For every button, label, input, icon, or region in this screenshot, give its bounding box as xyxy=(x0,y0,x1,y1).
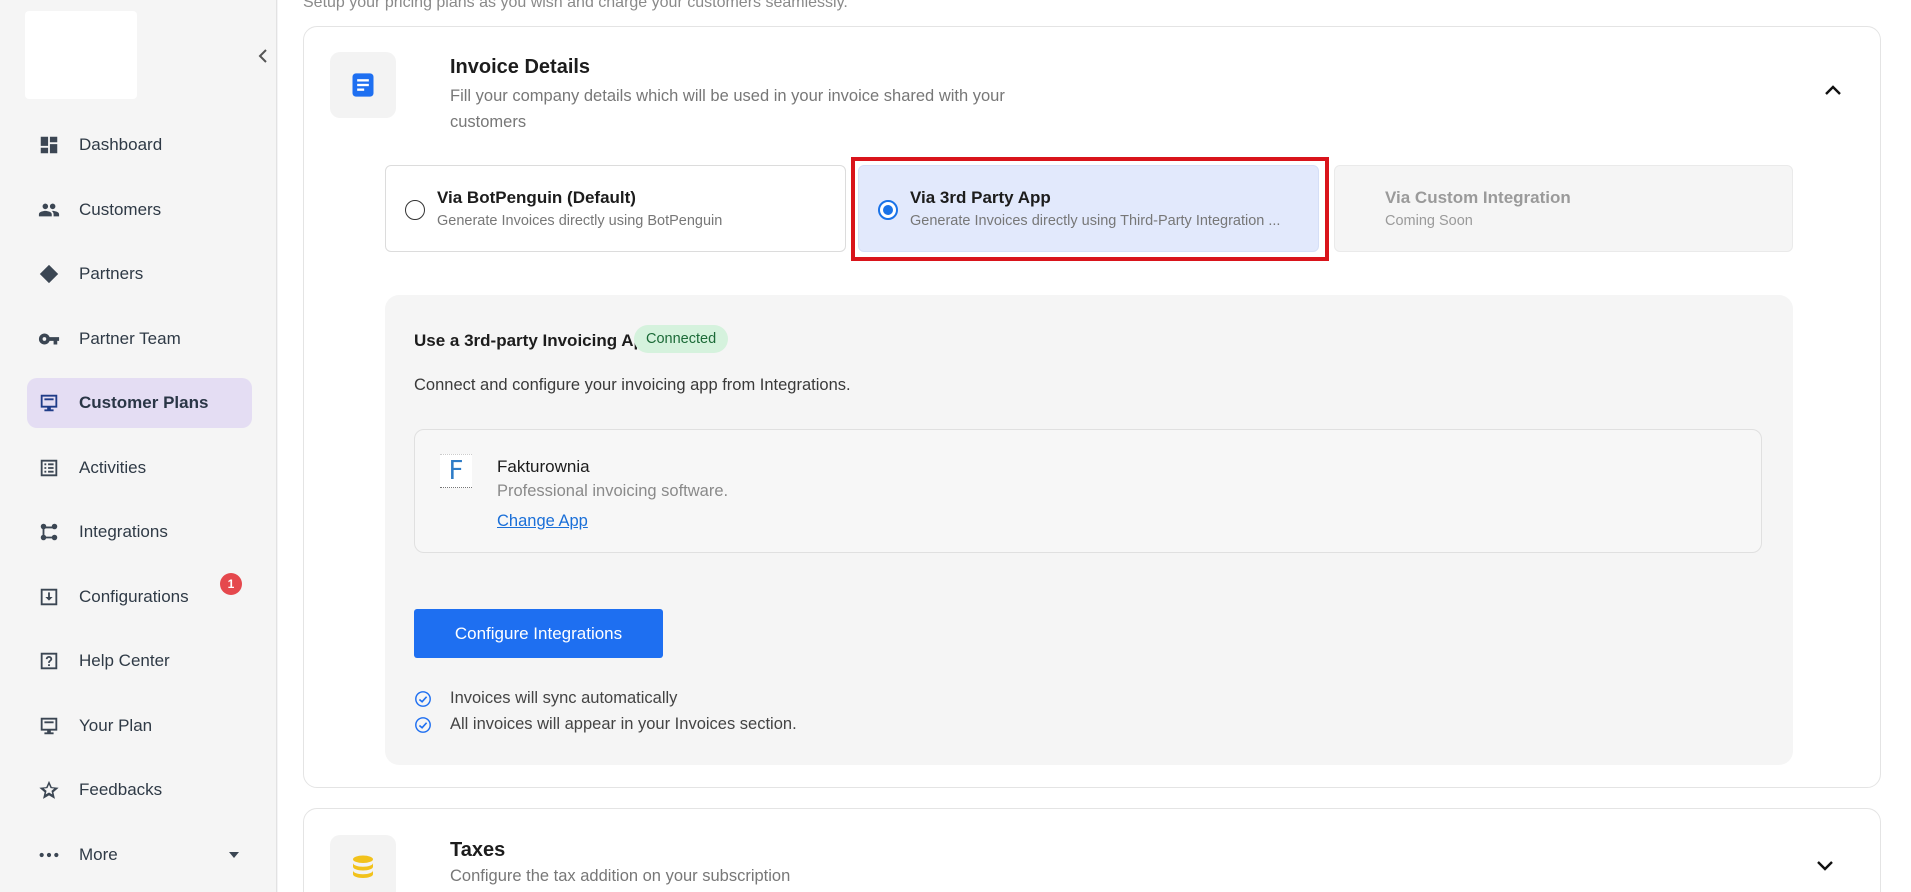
key-icon xyxy=(37,327,61,351)
expand-taxes-button[interactable] xyxy=(1812,853,1838,879)
sidebar-item-customer-plans[interactable]: Customer Plans xyxy=(27,378,252,428)
check-circle-icon xyxy=(415,716,431,733)
invoice-details-card: Invoice Details Fill your company detail… xyxy=(303,26,1881,788)
partners-icon xyxy=(37,262,61,286)
main-content: Setup your pricing plans as you wish and… xyxy=(278,0,1911,892)
option-via-botpenguin[interactable]: Via BotPenguin (Default) Generate Invoic… xyxy=(385,165,846,252)
sidebar-item-customers[interactable]: Customers xyxy=(27,185,252,235)
sidebar-item-integrations[interactable]: Integrations xyxy=(27,507,252,557)
activities-icon xyxy=(37,456,61,480)
option-title: Via 3rd Party App xyxy=(910,188,1051,207)
sidebar-item-label: Customer Plans xyxy=(79,393,209,412)
sidebar: Dashboard Customers Partners Partner Tea… xyxy=(0,0,277,892)
option-subtitle: Generate Invoices directly using BotPeng… xyxy=(437,213,723,229)
panel-title: Use a 3rd-party Invoicing App xyxy=(414,331,655,350)
radio-button-selected[interactable] xyxy=(878,200,898,220)
third-party-panel: Use a 3rd-party Invoicing App Connected … xyxy=(385,295,1793,765)
app-description: Professional invoicing software. xyxy=(497,482,729,500)
plans-icon xyxy=(37,391,61,415)
app-name: Fakturownia xyxy=(497,457,590,476)
sidebar-item-label: Partners xyxy=(79,264,144,283)
panel-description: Connect and configure your invoicing app… xyxy=(414,376,851,394)
page-subtitle: Setup your pricing plans as you wish and… xyxy=(303,0,848,11)
more-icon xyxy=(37,843,61,867)
sidebar-item-label: Help Center xyxy=(79,651,170,670)
sidebar-item-label: Partner Team xyxy=(79,328,181,348)
option-via-3rd-party-app[interactable]: Via 3rd Party App Generate Invoices dire… xyxy=(858,165,1319,252)
chevron-left-icon xyxy=(258,49,267,63)
notification-badge: 1 xyxy=(220,572,242,595)
sidebar-item-configurations[interactable]: Configurations 1 xyxy=(27,572,252,622)
check-item-text: All invoices will appear in your Invoice… xyxy=(450,715,797,733)
integrations-icon xyxy=(37,520,61,544)
option-via-custom-integration: Via Custom Integration Coming Soon xyxy=(1334,165,1793,252)
radio-button[interactable] xyxy=(405,200,425,220)
invoices-check-item: All invoices will appear in your Invoice… xyxy=(414,715,797,734)
sidebar-item-label: Feedbacks xyxy=(79,780,163,799)
app-logo: F xyxy=(440,454,472,488)
coins-icon xyxy=(330,835,396,892)
sidebar-item-label: Your Plan xyxy=(79,715,153,735)
collapse-sidebar-button[interactable] xyxy=(253,44,273,68)
caret-down-icon xyxy=(229,851,239,858)
sidebar-item-label: Customers xyxy=(79,199,162,219)
sidebar-item-more[interactable]: More xyxy=(27,830,252,880)
sidebar-item-feedbacks[interactable]: Feedbacks xyxy=(27,765,252,815)
configurations-icon xyxy=(37,585,61,609)
sidebar-item-label: More xyxy=(79,844,118,864)
configure-integrations-button[interactable]: Configure Integrations xyxy=(414,609,663,658)
sidebar-item-help-center[interactable]: Help Center xyxy=(27,636,252,686)
sidebar-item-partners[interactable]: Partners xyxy=(27,249,252,299)
taxes-description: Configure the tax addition on your subsc… xyxy=(450,867,791,885)
taxes-title: Taxes xyxy=(450,839,506,861)
sync-check-item: Invoices will sync automatically xyxy=(414,689,677,708)
sidebar-item-label: Configurations xyxy=(79,586,189,606)
chevron-up-icon xyxy=(1825,85,1841,95)
brand-logo xyxy=(25,11,137,99)
option-title: Via Custom Integration xyxy=(1385,188,1571,207)
change-app-link[interactable]: Change App xyxy=(497,512,588,531)
sidebar-nav: Dashboard Customers Partners Partner Tea… xyxy=(27,120,252,892)
check-circle-icon xyxy=(415,690,431,707)
option-subtitle: Generate Invoices directly using Third-P… xyxy=(910,213,1281,229)
invoice-icon xyxy=(330,52,396,118)
connected-app-card: F Fakturownia Professional invoicing sof… xyxy=(414,429,1762,553)
collapse-invoice-button[interactable] xyxy=(1818,75,1848,105)
option-title: Via BotPenguin (Default) xyxy=(437,188,636,207)
sidebar-item-label: Activities xyxy=(79,457,147,477)
help-icon xyxy=(37,649,61,673)
sidebar-item-label: Dashboard xyxy=(79,135,163,154)
check-item-text: Invoices will sync automatically xyxy=(450,689,678,707)
sidebar-item-label: Integrations xyxy=(79,522,168,541)
your-plan-icon xyxy=(37,714,61,738)
sidebar-item-activities[interactable]: Activities xyxy=(27,443,252,493)
customers-icon xyxy=(37,198,61,222)
taxes-card: Taxes Configure the tax addition on your… xyxy=(303,808,1881,892)
dashboard-icon xyxy=(37,133,61,157)
sidebar-item-partner-team[interactable]: Partner Team xyxy=(27,314,252,364)
chevron-down-icon xyxy=(1817,861,1833,871)
invoice-details-title: Invoice Details xyxy=(450,56,591,78)
invoice-details-description: Fill your company details which will be … xyxy=(450,87,1005,131)
star-icon xyxy=(37,778,61,802)
status-badge: Connected xyxy=(634,325,729,353)
option-subtitle: Coming Soon xyxy=(1385,213,1473,229)
sidebar-item-your-plan[interactable]: Your Plan xyxy=(27,701,252,751)
sidebar-item-dashboard[interactable]: Dashboard xyxy=(27,120,252,170)
